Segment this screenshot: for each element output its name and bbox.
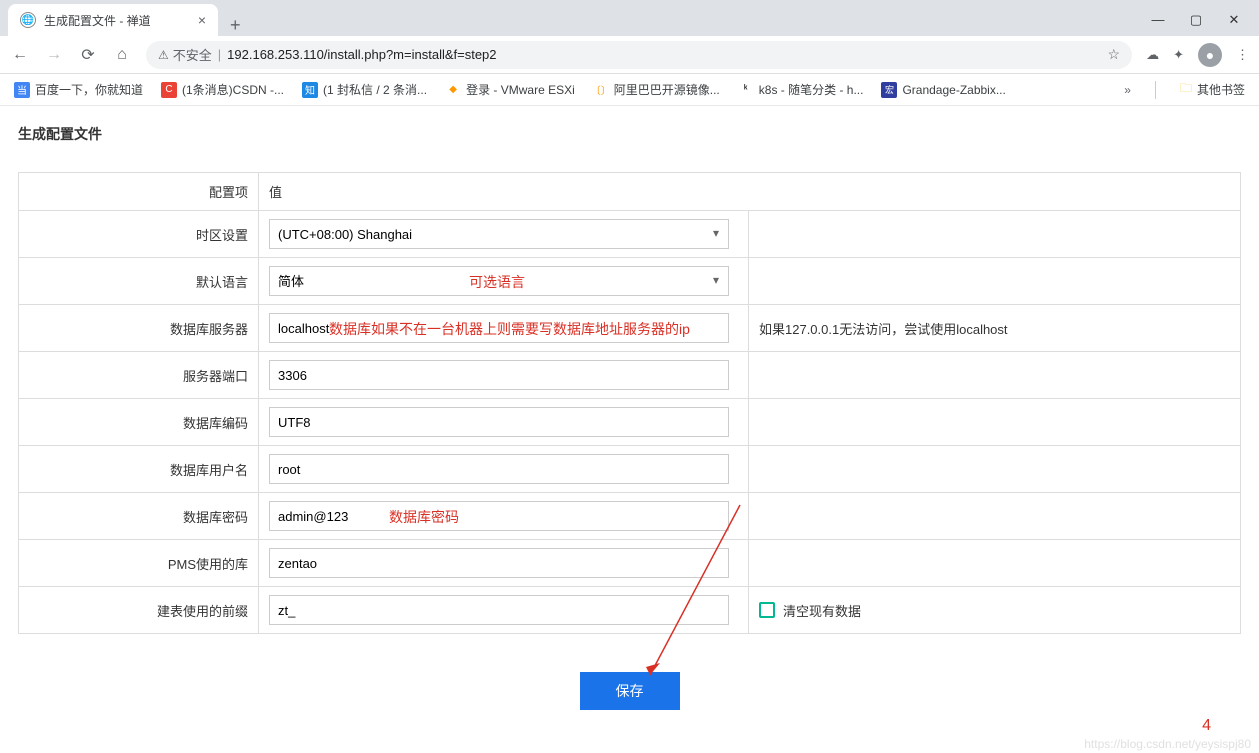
watermark: https://blog.csdn.net/yeysispj80 (1084, 737, 1251, 751)
row-encoding: 数据库编码 (19, 399, 1241, 446)
hint-dbhost: 如果127.0.0.1无法访问，尝试使用localhost (749, 305, 1241, 352)
minimize-button[interactable]: — (1151, 12, 1165, 28)
port-input[interactable] (269, 360, 729, 390)
header-value: 值 (259, 173, 1241, 211)
new-tab-button[interactable]: + (218, 15, 253, 36)
prefix-input[interactable] (269, 595, 729, 625)
profile-avatar-icon[interactable]: ● (1198, 43, 1222, 67)
extension-icons: ☁ ✦ ● ⋮ (1146, 43, 1249, 67)
browser-tab-active[interactable]: 🌐 生成配置文件 - 禅道 × (8, 4, 218, 36)
bookmarks-overflow[interactable]: » (1124, 83, 1131, 97)
label-dbpass: 数据库密码 (19, 493, 259, 540)
maximize-button[interactable]: ▢ (1189, 12, 1203, 28)
config-table: 配置项 值 时区设置 (UTC+08:00) Shanghai 默认语言 简体 … (18, 172, 1241, 634)
bookmark-icon: 当 (14, 82, 30, 98)
extension-puzzle-icon[interactable]: ✦ (1173, 47, 1184, 63)
folder-icon: 🗀 (1180, 79, 1192, 100)
dbuser-input[interactable] (269, 454, 729, 484)
bookmarks-bar: 当百度一下，你就知道 C(1条消息)CSDN -... 知(1 封私信 / 2 … (0, 74, 1259, 106)
dbpass-input[interactable] (269, 501, 729, 531)
reload-button[interactable]: ⟳ (78, 45, 98, 65)
extension-cloud-icon[interactable]: ☁ (1146, 47, 1159, 63)
close-window-button[interactable]: ✕ (1227, 12, 1241, 28)
forward-button: → (44, 46, 64, 64)
globe-icon: 🌐 (20, 12, 36, 28)
label-dbname: PMS使用的库 (19, 540, 259, 587)
row-prefix: 建表使用的前缀 清空现有数据 (19, 587, 1241, 634)
label-prefix: 建表使用的前缀 (19, 587, 259, 634)
header-item: 配置项 (19, 173, 259, 211)
insecure-label: 不安全 (158, 45, 212, 64)
row-timezone: 时区设置 (UTC+08:00) Shanghai (19, 211, 1241, 258)
bookmark-star-icon[interactable]: ☆ (1108, 46, 1121, 63)
label-dbuser: 数据库用户名 (19, 446, 259, 493)
bookmark-icon: ᵏ (738, 82, 754, 98)
clear-data-checkbox-wrap[interactable]: 清空现有数据 (759, 601, 1230, 620)
bookmark-k8s[interactable]: ᵏk8s - 随笔分类 - h... (738, 81, 864, 98)
save-row: 保存 (18, 634, 1241, 720)
save-button[interactable]: 保存 (580, 672, 680, 710)
page-number: 4 (1202, 717, 1211, 735)
bookmark-zabbix[interactable]: 宏Grandage-Zabbix... (881, 82, 1005, 98)
bookmark-icon: C (161, 82, 177, 98)
bookmark-icon: 宏 (881, 82, 897, 98)
row-dbpass: 数据库密码 数据库密码 (19, 493, 1241, 540)
row-language: 默认语言 简体 可选语言 (19, 258, 1241, 305)
dbhost-input[interactable] (269, 313, 729, 343)
addr-separator: | (218, 47, 221, 62)
label-timezone: 时区设置 (19, 211, 259, 258)
tab-close-icon[interactable]: × (198, 12, 206, 28)
bookmark-zhihu[interactable]: 知(1 封私信 / 2 条消... (302, 81, 427, 98)
label-encoding: 数据库编码 (19, 399, 259, 446)
dbname-input[interactable] (269, 548, 729, 578)
bookmark-icon: 知 (302, 82, 318, 98)
page-content: 生成配置文件 配置项 值 时区设置 (UTC+08:00) Shanghai 默… (0, 106, 1259, 738)
bookmark-icon: ◆ (445, 82, 461, 98)
label-language: 默认语言 (19, 258, 259, 305)
bookmark-csdn[interactable]: C(1条消息)CSDN -... (161, 81, 284, 98)
clear-data-checkbox[interactable] (759, 602, 775, 618)
back-button[interactable]: ← (10, 46, 30, 64)
table-header-row: 配置项 值 (19, 173, 1241, 211)
browser-toolbar: ← → ⟳ ⌂ 不安全 | 192.168.253.110/install.ph… (0, 36, 1259, 74)
browser-tab-strip: 🌐 生成配置文件 - 禅道 × + — ▢ ✕ (0, 0, 1259, 36)
label-dbhost: 数据库服务器 (19, 305, 259, 352)
bookmark-vmware[interactable]: ◆登录 - VMware ESXi (445, 81, 575, 98)
encoding-input[interactable] (269, 407, 729, 437)
tab-title: 生成配置文件 - 禅道 (44, 12, 190, 29)
page-title: 生成配置文件 (18, 124, 1241, 144)
clear-data-label: 清空现有数据 (783, 601, 861, 620)
row-port: 服务器端口 (19, 352, 1241, 399)
url-text: 192.168.253.110/install.php?m=install&f=… (227, 47, 496, 62)
window-controls: — ▢ ✕ (1151, 12, 1259, 36)
other-bookmarks[interactable]: 🗀其他书签 (1180, 79, 1245, 100)
bookmark-icon: 〔〕 (593, 82, 609, 98)
address-bar[interactable]: 不安全 | 192.168.253.110/install.php?m=inst… (146, 41, 1132, 69)
menu-dots-icon[interactable]: ⋮ (1236, 47, 1249, 63)
home-button[interactable]: ⌂ (112, 46, 132, 64)
row-dbhost: 数据库服务器 数据库如果不在一台机器上则需要写数据库地址服务器的ip 如果127… (19, 305, 1241, 352)
timezone-select[interactable]: (UTC+08:00) Shanghai (269, 219, 729, 249)
bookmark-aliyun[interactable]: 〔〕阿里巴巴开源镜像... (593, 81, 720, 98)
bookmarks-separator (1155, 81, 1156, 99)
row-dbname: PMS使用的库 (19, 540, 1241, 587)
language-select[interactable]: 简体 (269, 266, 729, 296)
bookmark-baidu[interactable]: 当百度一下，你就知道 (14, 81, 143, 98)
label-port: 服务器端口 (19, 352, 259, 399)
row-dbuser: 数据库用户名 (19, 446, 1241, 493)
